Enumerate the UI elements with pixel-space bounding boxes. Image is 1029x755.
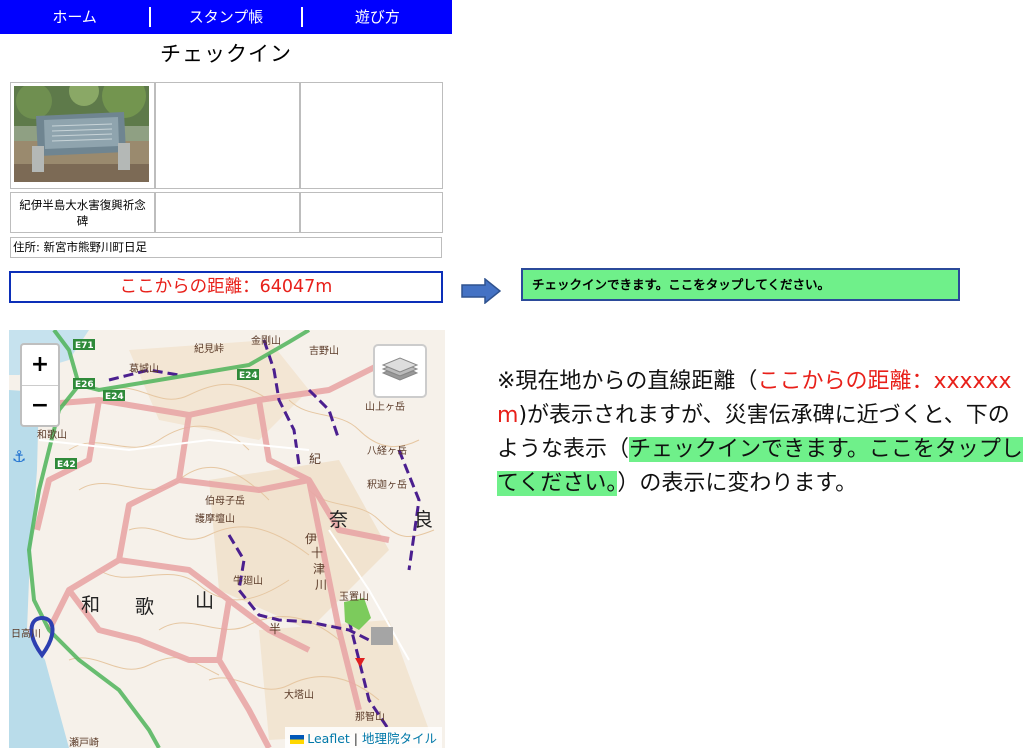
map-label: 護摩壇山 — [195, 514, 235, 525]
map-label: 和歌山 — [37, 430, 67, 441]
map-region-label: 歌 — [135, 596, 155, 618]
route-badge: E24 — [105, 392, 124, 402]
map-label: 吉野山 — [309, 346, 339, 357]
note-text: ）の表示に変わります。 — [617, 471, 858, 496]
map-label: 紀見峠 — [194, 344, 224, 355]
map-label: 那智山 — [355, 712, 385, 723]
top-nav: ホーム スタンプ帳 遊び方 — [0, 0, 452, 34]
map-label: 山上ヶ岳 — [365, 402, 405, 413]
stamp-photo-cell[interactable] — [10, 82, 155, 189]
nav-stampbook[interactable]: スタンプ帳 — [151, 0, 300, 34]
explanation-note: ※現在地からの直線距離（ここからの距離：xxxxxx m)が表示されますが、災害… — [497, 365, 1027, 501]
ukraine-flag-icon — [290, 735, 305, 744]
stamp-empty-cell — [300, 192, 443, 233]
map-label: 紀 — [309, 452, 322, 466]
map-label: 川 — [315, 578, 328, 592]
route-badge: E26 — [75, 380, 94, 390]
monument-photo — [14, 86, 149, 182]
zoom-in-button[interactable]: + — [22, 345, 58, 386]
map-label: 玉置山 — [339, 592, 369, 603]
checkin-button[interactable]: チェックインできます。ここをタップしてください。 — [521, 268, 960, 301]
stamp-empty-cell — [155, 82, 300, 189]
zoom-control: + − — [20, 343, 60, 427]
stamp-empty-cell — [155, 192, 300, 233]
nav-home[interactable]: ホーム — [0, 0, 149, 34]
map-label: 金剛山 — [251, 336, 281, 347]
page-title: チェックイン — [160, 42, 292, 66]
map-label: 葛城山 — [129, 364, 159, 375]
note-text: ※現在地からの直線距離（ — [497, 369, 758, 394]
distance-display[interactable]: ここからの距離：64047m — [9, 271, 443, 303]
route-badge: E71 — [75, 341, 94, 351]
right-arrow-icon — [461, 278, 501, 304]
map-label: 大塔山 — [284, 690, 314, 701]
layers-icon — [381, 357, 419, 381]
stamp-empty-cell — [300, 82, 443, 189]
map-label: 伯母子岳 — [205, 496, 245, 507]
stamp-address: 住所: 新宮市熊野川町日足 — [10, 237, 442, 258]
nav-howto[interactable]: 遊び方 — [303, 0, 452, 34]
map-attribution: Leaflet | 地理院タイル — [285, 727, 442, 748]
map-label: 日高川 — [11, 629, 41, 640]
map-view[interactable]: E71 E26 E24 E24 E42 ⚓ 紀見峠 金剛山 吉野山 葛城山 和歌… — [9, 330, 445, 748]
map-region-label: 和 — [81, 594, 101, 616]
layers-button[interactable] — [373, 344, 427, 398]
route-badge: E24 — [239, 371, 258, 381]
map-label: 半 — [269, 622, 282, 636]
stamp-name: 紀伊半島大水害復興祈念碑 — [19, 197, 146, 228]
map-label: 八経ヶ岳 — [367, 446, 407, 457]
svg-text:⚓: ⚓ — [12, 447, 26, 466]
map-label: 津 — [313, 562, 326, 576]
map-region-label: 山 — [195, 590, 215, 612]
route-badge: E42 — [57, 460, 76, 470]
stamp-name-cell: 紀伊半島大水害復興祈念碑 — [10, 192, 155, 233]
attribution-separator: | — [349, 731, 362, 746]
gsi-tiles-link[interactable]: 地理院タイル — [362, 731, 437, 746]
zoom-out-button[interactable]: − — [22, 386, 58, 426]
map-label: 瀬戸崎 — [69, 738, 99, 748]
leaflet-link[interactable]: Leaflet — [307, 731, 350, 746]
map-region-label: 奈 — [329, 509, 349, 531]
map-label: 牛廻山 — [233, 576, 263, 587]
map-region-label: 良 — [414, 509, 434, 531]
map-label: 十 — [311, 546, 324, 560]
map-label: 釈迦ヶ岳 — [367, 480, 407, 491]
